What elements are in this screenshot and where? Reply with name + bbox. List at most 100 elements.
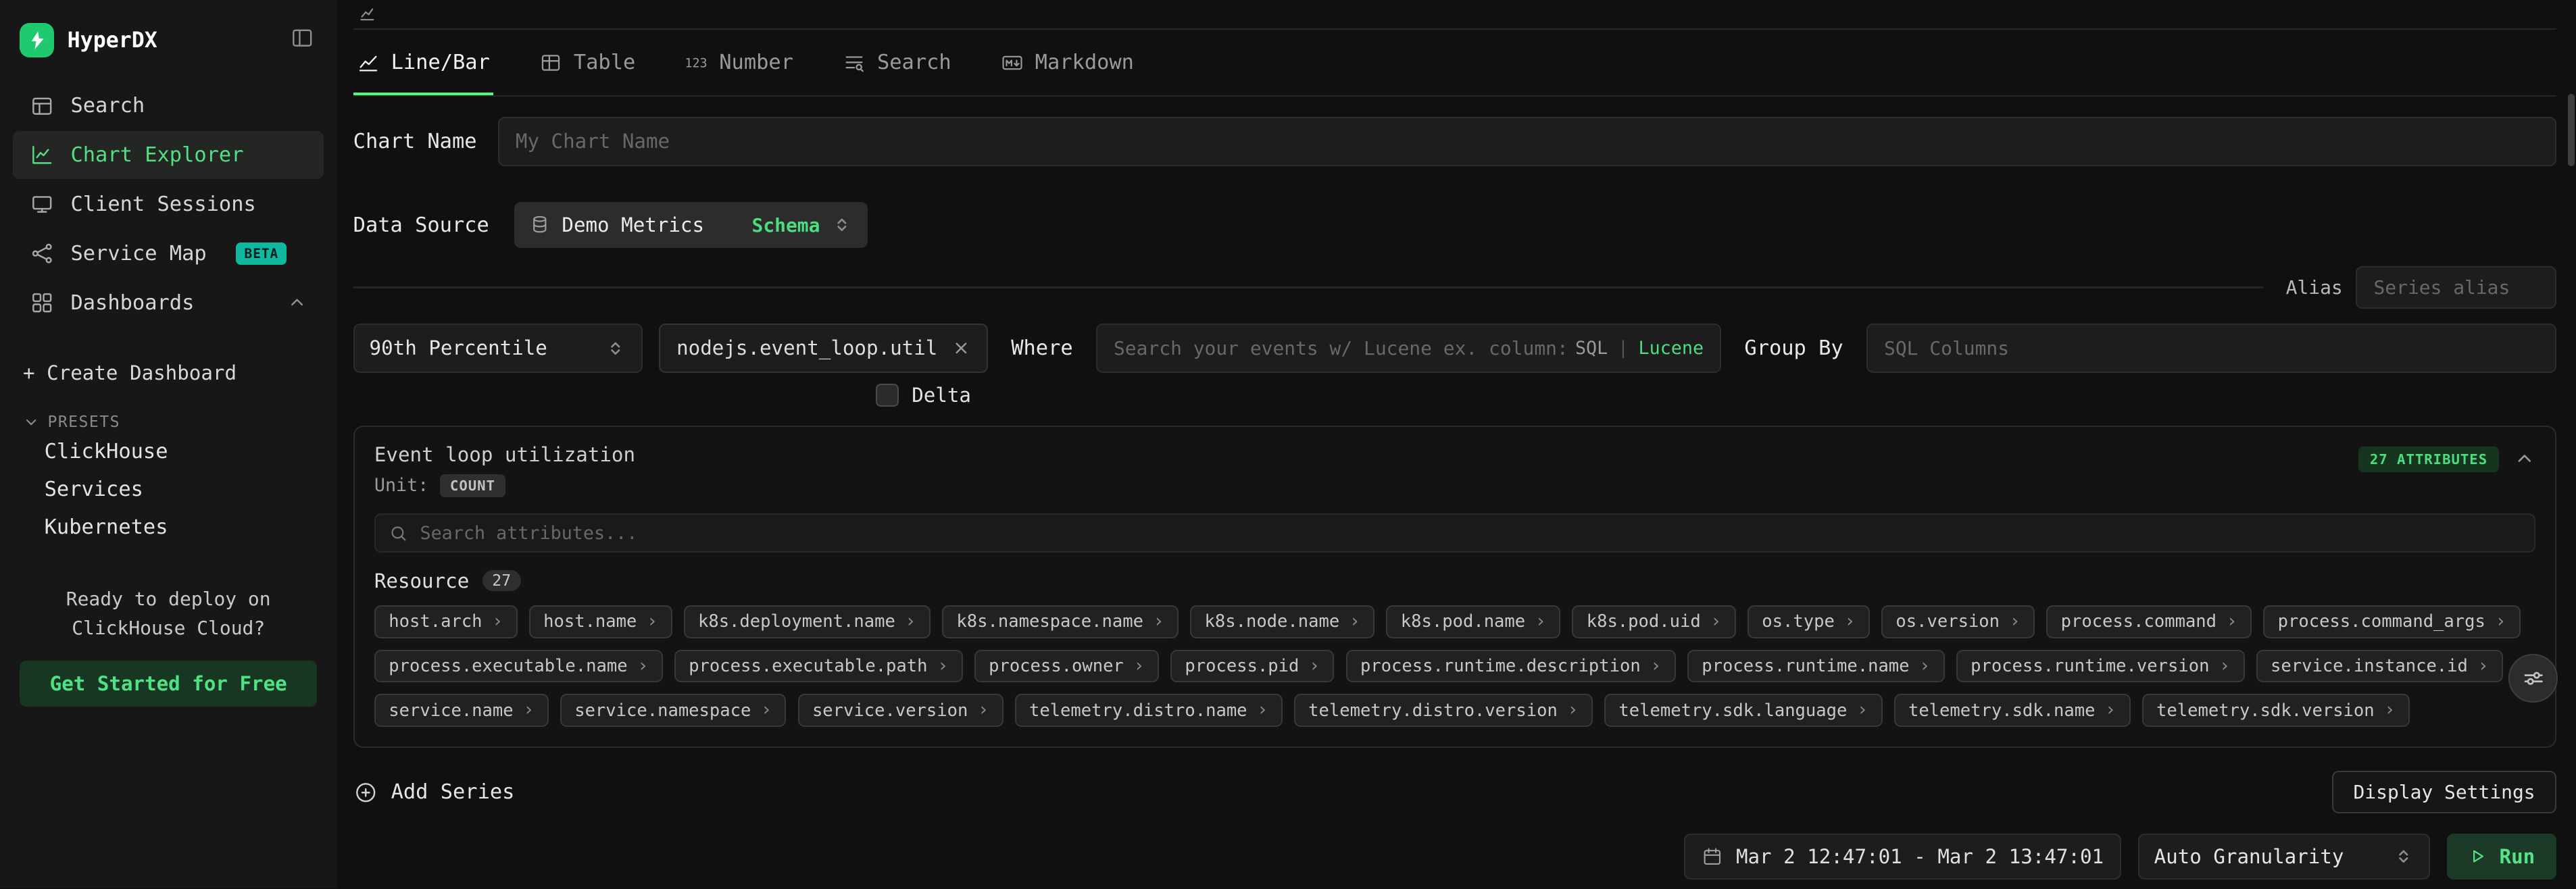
attribute-chip[interactable]: service.instance.id › (2256, 650, 2503, 683)
chevron-right-icon: › (492, 613, 503, 631)
scrolled-chart-edge (353, 0, 2556, 30)
attribute-search-input[interactable] (420, 523, 2521, 544)
attribute-name: process.command_args (2278, 611, 2485, 632)
tab-markdown[interactable]: Markdown (1001, 30, 1134, 96)
alias-input[interactable] (2356, 266, 2556, 309)
attribute-chip[interactable]: k8s.node.name › (1190, 605, 1374, 638)
attribute-chip[interactable]: telemetry.sdk.version › (2142, 694, 2410, 727)
sql-toggle[interactable]: SQL (1575, 338, 1608, 359)
group-by-input[interactable] (1866, 324, 2556, 373)
attribute-chip[interactable]: service.namespace › (560, 694, 787, 727)
panel-collapse-chevron-icon[interactable] (2514, 449, 2535, 470)
delta-label: Delta (912, 384, 971, 407)
attribute-chip[interactable]: process.runtime.description › (1346, 650, 1676, 683)
granularity-select[interactable]: Auto Granularity (2138, 834, 2431, 880)
attribute-chip[interactable]: service.version › (798, 694, 1004, 727)
attribute-chip[interactable]: k8s.pod.uid › (1572, 605, 1736, 638)
delta-row: Delta (353, 382, 2556, 407)
chart-name-input[interactable] (498, 117, 2556, 166)
chevron-right-icon: › (905, 613, 916, 631)
chevron-right-icon: › (937, 657, 948, 676)
table-icon (539, 51, 562, 74)
attribute-name: telemetry.distro.name (1029, 701, 1247, 721)
attribute-name: process.pid (1185, 656, 1299, 676)
preset-kubernetes[interactable]: Kubernetes (0, 510, 337, 544)
delta-checkbox[interactable] (876, 384, 899, 407)
attribute-chip[interactable]: os.version › (1881, 605, 2035, 638)
attribute-chip[interactable]: process.runtime.version › (1956, 650, 2245, 683)
sidebar-item-chart-explorer[interactable]: Chart Explorer (13, 131, 324, 179)
chevron-right-icon: › (647, 613, 658, 631)
where-input[interactable] (1114, 337, 1565, 359)
attribute-chip[interactable]: process.command_args › (2263, 605, 2521, 638)
sidebar-collapse-button[interactable] (287, 26, 317, 55)
attribute-chip[interactable]: k8s.pod.name › (1386, 605, 1560, 638)
selector-chevrons-icon (605, 338, 626, 359)
chevron-right-icon: › (1133, 657, 1144, 676)
get-started-button[interactable]: Get Started for Free (20, 661, 317, 707)
attribute-chip[interactable]: telemetry.distro.name › (1015, 694, 1283, 727)
sidebar-item-client-sessions[interactable]: Client Sessions (13, 180, 324, 228)
attribute-chip[interactable]: process.executable.name › (374, 650, 663, 683)
sidebar-item-service-map[interactable]: Service Map BETA (13, 230, 324, 278)
preset-services[interactable]: Services (0, 472, 337, 507)
preset-clickhouse[interactable]: ClickHouse (0, 434, 337, 469)
svg-text:123: 123 (685, 56, 708, 70)
attribute-chip[interactable]: host.arch › (374, 605, 518, 638)
attribute-chip[interactable]: telemetry.sdk.name › (1894, 694, 2131, 727)
aggregation-select[interactable]: 90th Percentile (353, 324, 643, 373)
sidebar-item-dashboards[interactable]: Dashboards (13, 279, 324, 327)
attribute-chip[interactable]: process.owner › (974, 650, 1159, 683)
scrollbar-thumb[interactable] (2568, 94, 2575, 166)
attribute-chip[interactable]: process.runtime.name › (1687, 650, 1945, 683)
attribute-chip[interactable]: k8s.deployment.name › (684, 605, 931, 638)
chevron-down-icon (23, 414, 39, 430)
data-source-select[interactable]: Demo Metrics Schema (514, 202, 868, 248)
hyperdx-logo-icon (20, 23, 54, 57)
tab-line-bar[interactable]: Line/Bar (357, 30, 490, 96)
attribute-chip[interactable]: process.pid › (1170, 650, 1335, 683)
numbers-123-icon: 123 (685, 51, 708, 74)
chevron-right-icon: › (1919, 657, 1930, 676)
data-source-value: Demo Metrics (562, 213, 704, 236)
brand-name: HyperDX (68, 28, 157, 53)
beta-badge: BETA (236, 243, 287, 265)
attribute-chip[interactable]: os.type › (1748, 605, 1870, 638)
database-icon (529, 214, 551, 236)
markdown-icon (1001, 51, 1024, 74)
attribute-chip[interactable]: process.executable.path › (674, 650, 963, 683)
metric-tag[interactable]: nodejs.event_loop.util (659, 324, 988, 373)
attribute-chip[interactable]: telemetry.distro.version › (1294, 694, 1593, 727)
main-content: Line/Bar Table 123 Number Search Markdow… (337, 0, 2576, 888)
attribute-name: k8s.node.name (1205, 611, 1340, 632)
add-series-button[interactable]: Add Series (353, 780, 515, 805)
floating-filter-button[interactable] (2508, 654, 2558, 703)
data-source-label: Data Source (353, 213, 514, 237)
chevron-right-icon: › (1535, 613, 1546, 631)
close-icon[interactable] (952, 339, 970, 357)
attribute-name: process.runtime.version (1971, 656, 2209, 676)
group-by-label: Group By (1744, 336, 1843, 360)
sidebar-item-search[interactable]: Search (13, 82, 324, 130)
create-dashboard-button[interactable]: + Create Dashboard (0, 361, 337, 384)
chevron-right-icon: › (1650, 657, 1661, 676)
attribute-chip[interactable]: process.command › (2046, 605, 2252, 638)
chevron-right-icon: › (1257, 701, 1268, 719)
lucene-toggle[interactable]: Lucene (1639, 338, 1704, 359)
schema-button[interactable]: Schema (752, 214, 820, 236)
run-button[interactable]: Run (2447, 834, 2556, 880)
attribute-chip[interactable]: k8s.namespace.name › (942, 605, 1179, 638)
resource-count-badge: 27 (482, 570, 521, 591)
chevron-right-icon: › (2384, 701, 2395, 719)
tab-number[interactable]: 123 Number (685, 30, 793, 96)
attribute-chip[interactable]: service.name › (374, 694, 549, 727)
tab-table[interactable]: Table (539, 30, 635, 96)
attribute-chip[interactable]: host.name › (529, 605, 672, 638)
list-search-icon (843, 51, 866, 74)
presets-toggle[interactable]: PRESETS (0, 413, 337, 431)
tab-search[interactable]: Search (843, 30, 951, 96)
attribute-chip[interactable]: telemetry.sdk.language › (1604, 694, 1883, 727)
attribute-name: process.runtime.description (1360, 656, 1641, 676)
display-settings-button[interactable]: Display Settings (2332, 771, 2556, 813)
time-range-picker[interactable]: Mar 2 12:47:01 - Mar 2 13:47:01 (1684, 834, 2122, 880)
